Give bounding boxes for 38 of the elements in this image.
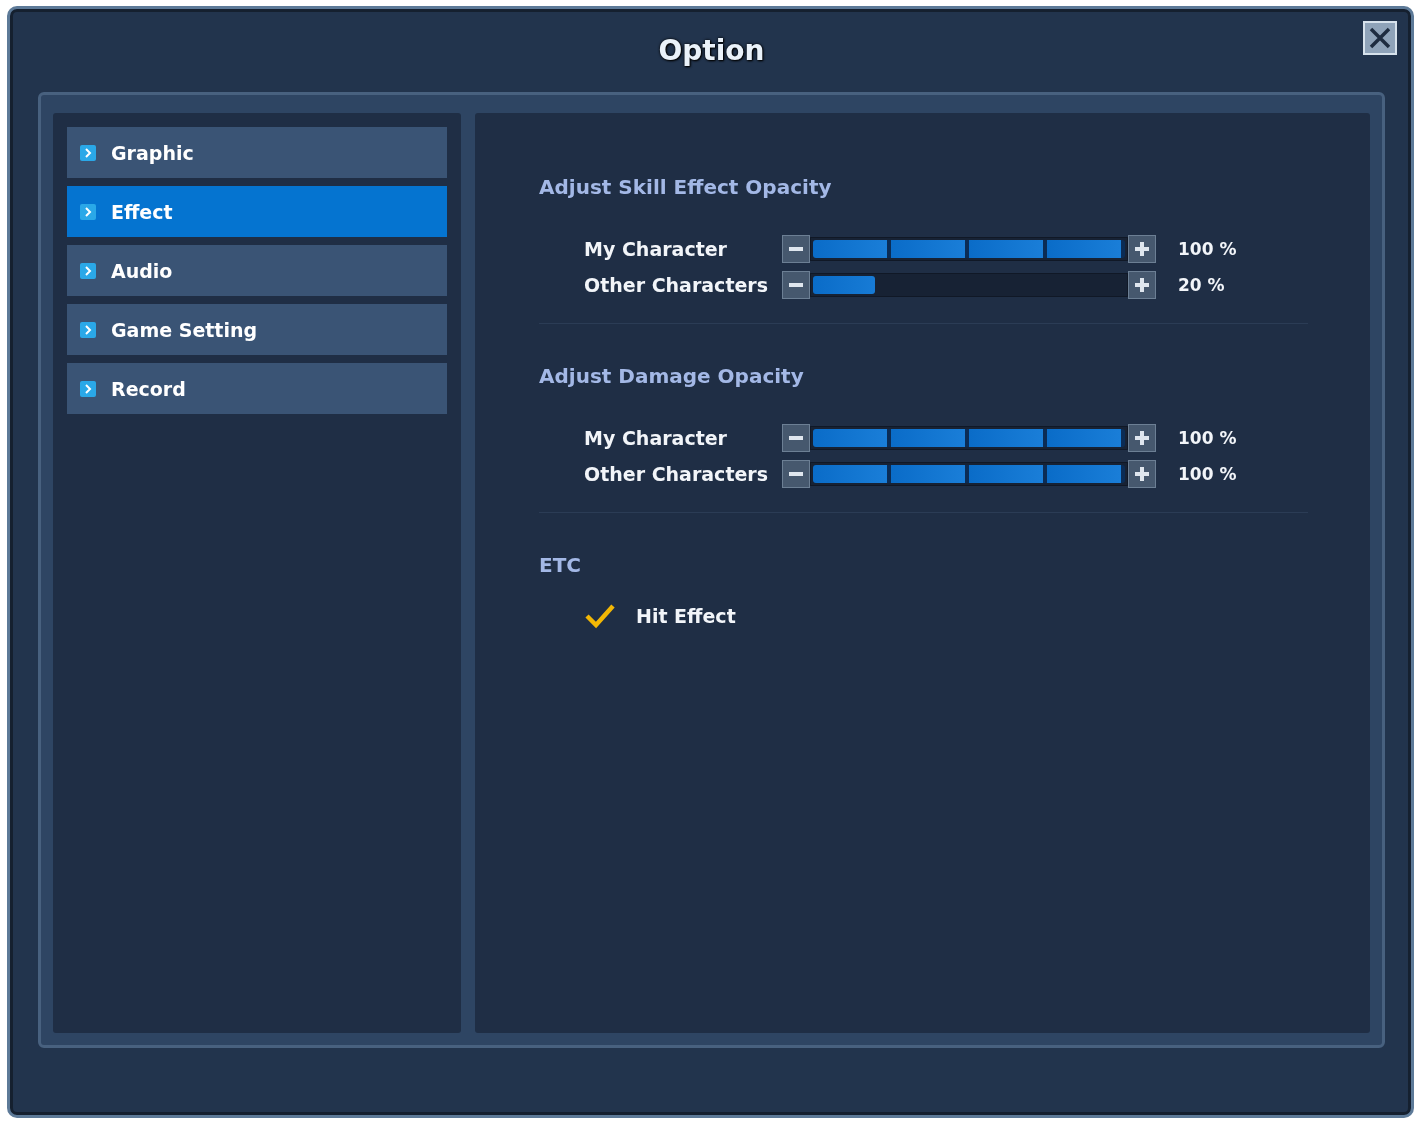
sidebar-item[interactable]: Effect bbox=[67, 186, 447, 237]
close-icon bbox=[1368, 26, 1392, 50]
minus-button[interactable] bbox=[782, 424, 810, 452]
plus-icon bbox=[1134, 466, 1150, 482]
slider-label: Other Characters bbox=[584, 463, 770, 485]
slider-value: 100 % bbox=[1178, 239, 1237, 259]
plus-button[interactable] bbox=[1128, 235, 1156, 263]
minus-button[interactable] bbox=[782, 460, 810, 488]
sidebar-item[interactable]: Audio bbox=[67, 245, 447, 296]
close-button[interactable] bbox=[1363, 21, 1397, 55]
checkbox[interactable] bbox=[584, 603, 616, 629]
slider-label: My Character bbox=[584, 427, 728, 449]
sidebar-item[interactable]: Record bbox=[67, 363, 447, 414]
slider-label: Other Characters bbox=[584, 274, 770, 296]
chevron-icon bbox=[79, 320, 97, 339]
plus-button[interactable] bbox=[1128, 271, 1156, 299]
slider-label: My Character bbox=[584, 238, 728, 260]
plus-icon bbox=[1134, 430, 1150, 446]
minus-button[interactable] bbox=[782, 235, 810, 263]
slider-value: 100 % bbox=[1178, 464, 1237, 484]
chevron-icon bbox=[79, 202, 97, 221]
plus-button[interactable] bbox=[1128, 424, 1156, 452]
section-heading: Adjust Damage Opacity bbox=[539, 364, 805, 388]
slider-value: 100 % bbox=[1178, 428, 1237, 448]
minus-button[interactable] bbox=[782, 271, 810, 299]
window-title: Option bbox=[658, 34, 765, 67]
plus-button[interactable] bbox=[1128, 460, 1156, 488]
section-heading: Adjust Skill Effect Opacity bbox=[539, 175, 833, 199]
sidebar-item[interactable]: Game Setting bbox=[67, 304, 447, 355]
plus-icon bbox=[1134, 241, 1150, 257]
sidebar-item[interactable]: Graphic bbox=[67, 127, 447, 178]
chevron-icon bbox=[79, 379, 97, 398]
chevron-icon bbox=[79, 261, 97, 280]
section-heading: ETC bbox=[539, 553, 582, 577]
chevron-icon bbox=[79, 143, 97, 162]
plus-icon bbox=[1134, 277, 1150, 293]
checkbox-label: Hit Effect bbox=[636, 605, 737, 627]
slider-value: 20 % bbox=[1178, 275, 1225, 295]
